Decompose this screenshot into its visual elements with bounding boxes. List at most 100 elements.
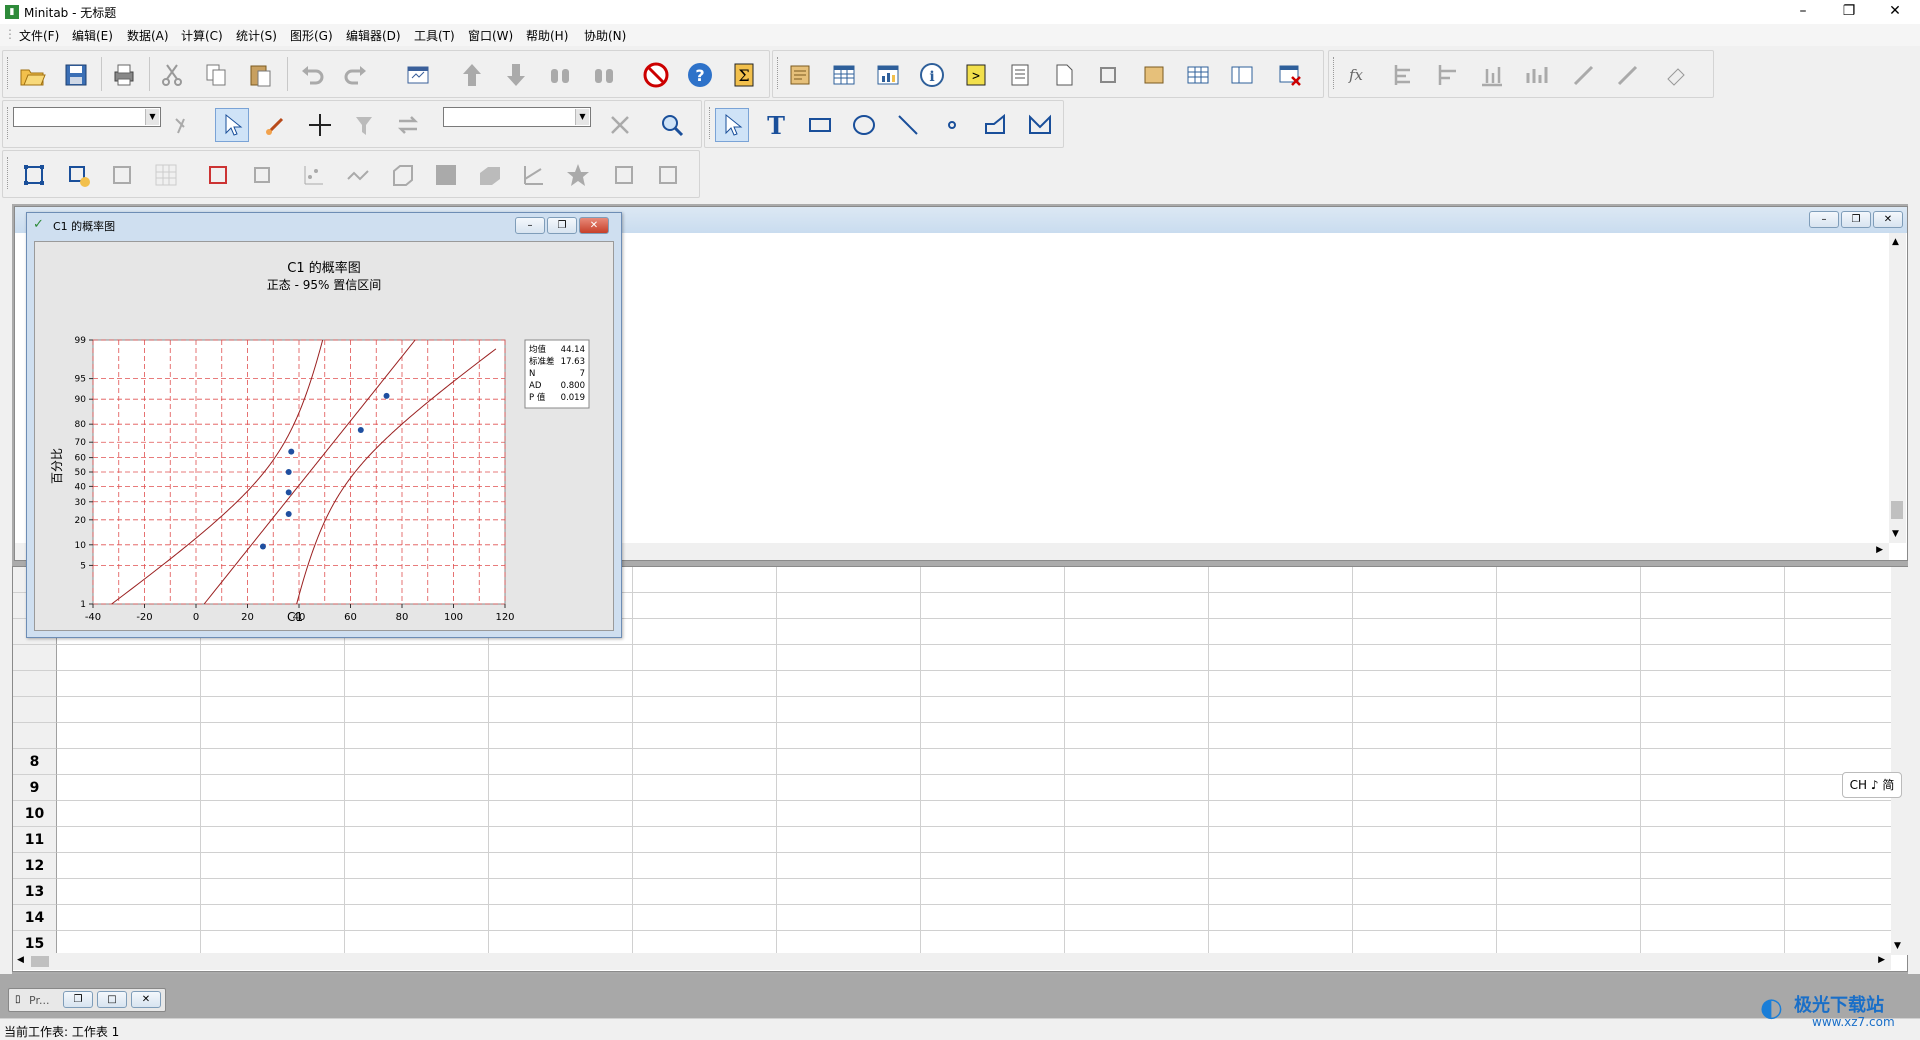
related-docs-icon[interactable]: [1091, 58, 1125, 92]
chevron-left-icon[interactable]: ◀: [17, 955, 24, 965]
axis-icon[interactable]: [517, 158, 551, 192]
delete-icon[interactable]: [603, 108, 637, 142]
worksheet-cell[interactable]: [1353, 827, 1497, 853]
menu-editor[interactable]: 编辑器(D): [346, 27, 401, 44]
worksheet-cell[interactable]: [1065, 801, 1209, 827]
worksheet-cell[interactable]: [1641, 931, 1785, 953]
worksheet-cell[interactable]: [1353, 671, 1497, 697]
worksheet-cell[interactable]: [345, 853, 489, 879]
select-region-icon[interactable]: [17, 158, 51, 192]
worksheet-cell[interactable]: [1641, 749, 1785, 775]
worksheet-cell[interactable]: [921, 619, 1065, 645]
worksheet-cell[interactable]: [1353, 905, 1497, 931]
worksheet-cell[interactable]: [1209, 645, 1353, 671]
show-report-pad-icon[interactable]: [1003, 58, 1037, 92]
worksheet-cell[interactable]: [1209, 749, 1353, 775]
worksheet-cell[interactable]: [57, 827, 201, 853]
text-tool-icon[interactable]: T: [759, 108, 793, 142]
worksheet-cell[interactable]: [57, 723, 201, 749]
worksheet-cell[interactable]: [777, 645, 921, 671]
worksheet-cell[interactable]: [1497, 801, 1641, 827]
worksheet-cell[interactable]: [1497, 567, 1641, 593]
worksheet-cell[interactable]: [777, 827, 921, 853]
print-icon[interactable]: [107, 58, 141, 92]
worksheet-cell[interactable]: [57, 697, 201, 723]
worksheet-cell[interactable]: [921, 593, 1065, 619]
worksheet-cell[interactable]: [489, 853, 633, 879]
worksheet-cell[interactable]: [921, 671, 1065, 697]
chevron-up-icon[interactable]: ▲: [1892, 237, 1899, 247]
worksheet-cell[interactable]: [345, 645, 489, 671]
worksheet-cell[interactable]: [1209, 567, 1353, 593]
worksheet-cell[interactable]: [921, 879, 1065, 905]
restore-button[interactable]: ❐: [1826, 0, 1872, 24]
row-header[interactable]: [13, 723, 57, 749]
data-region-icon[interactable]: [105, 158, 139, 192]
worksheet-cell[interactable]: [1641, 775, 1785, 801]
worksheet-cell[interactable]: [1209, 879, 1353, 905]
worksheet-cell[interactable]: [921, 905, 1065, 931]
worksheet-cell[interactable]: [633, 697, 777, 723]
worksheet-cell[interactable]: [489, 723, 633, 749]
worksheet-cell[interactable]: [1641, 801, 1785, 827]
layout-icon[interactable]: [607, 158, 641, 192]
worksheet-cell[interactable]: [489, 801, 633, 827]
select-pointer-icon[interactable]: [215, 108, 249, 142]
function-icon[interactable]: fx: [1339, 58, 1373, 92]
worksheet-cell[interactable]: [1785, 593, 1891, 619]
session-vscroll[interactable]: ▲ ▼: [1889, 233, 1906, 543]
worksheet-cell[interactable]: [1065, 593, 1209, 619]
worksheet-cell[interactable]: [1497, 619, 1641, 645]
worksheet-cell[interactable]: [1209, 697, 1353, 723]
worksheet-cell[interactable]: [1065, 567, 1209, 593]
copy-icon[interactable]: [199, 58, 233, 92]
worksheet-cell[interactable]: [1641, 671, 1785, 697]
worksheet-cell[interactable]: [1497, 749, 1641, 775]
worksheet-cell[interactable]: [633, 619, 777, 645]
worksheet-cell[interactable]: [777, 905, 921, 931]
worksheet-cell[interactable]: [921, 801, 1065, 827]
worksheet-cell[interactable]: [777, 697, 921, 723]
zoom-icon[interactable]: [655, 108, 689, 142]
scroll-thumb[interactable]: [31, 956, 49, 967]
worksheet-cell[interactable]: [201, 879, 345, 905]
align-left-icon[interactable]: [1387, 58, 1421, 92]
show-session-icon[interactable]: [783, 58, 817, 92]
cancel-icon[interactable]: [639, 58, 673, 92]
worksheet-vscroll[interactable]: ▼: [1891, 567, 1908, 955]
session-folder-icon[interactable]: [1137, 58, 1171, 92]
graph-close-button[interactable]: ✕: [579, 217, 609, 234]
chevron-right-icon[interactable]: ▶: [1876, 545, 1883, 555]
brush-icon[interactable]: [1567, 58, 1601, 92]
redo-icon[interactable]: [339, 58, 373, 92]
polyline-tool-icon[interactable]: [979, 108, 1013, 142]
worksheet-cell[interactable]: [1065, 775, 1209, 801]
worksheet-cell[interactable]: [489, 645, 633, 671]
ime-indicator[interactable]: CH ♪ 简: [1842, 772, 1902, 798]
row-header[interactable]: 8: [13, 749, 57, 775]
grid-region-icon[interactable]: [149, 158, 183, 192]
menu-edit[interactable]: 编辑(E): [72, 27, 113, 44]
menu-file[interactable]: 文件(F): [19, 27, 59, 44]
distribute-icon[interactable]: [1475, 58, 1509, 92]
worksheet-cell[interactable]: [777, 749, 921, 775]
data-window-icon[interactable]: [1181, 58, 1215, 92]
worksheet-cell[interactable]: [1353, 801, 1497, 827]
worksheet-cell[interactable]: [1785, 879, 1891, 905]
worksheet-cell[interactable]: [1065, 827, 1209, 853]
worksheet-cell[interactable]: [1785, 931, 1891, 953]
swap-icon[interactable]: [391, 108, 425, 142]
annotation-pointer-icon[interactable]: [715, 108, 749, 142]
undo-icon[interactable]: [295, 58, 329, 92]
chevron-down-icon[interactable]: ▼: [1894, 941, 1901, 951]
worksheet-cell[interactable]: [1785, 697, 1891, 723]
worksheet-cell[interactable]: [1353, 697, 1497, 723]
worksheet-cell[interactable]: [345, 931, 489, 953]
worksheet-cell[interactable]: [201, 853, 345, 879]
graph-canvas[interactable]: C1 的概率图 正态 - 95% 置信区间 C1 百分比 1 5 10 20 30 40 5…: [34, 241, 614, 631]
worksheet-cell[interactable]: [1209, 801, 1353, 827]
worksheet-cell[interactable]: [1353, 749, 1497, 775]
worksheet-cell[interactable]: [633, 567, 777, 593]
worksheet-cell[interactable]: [921, 827, 1065, 853]
worksheet-cell[interactable]: [201, 827, 345, 853]
